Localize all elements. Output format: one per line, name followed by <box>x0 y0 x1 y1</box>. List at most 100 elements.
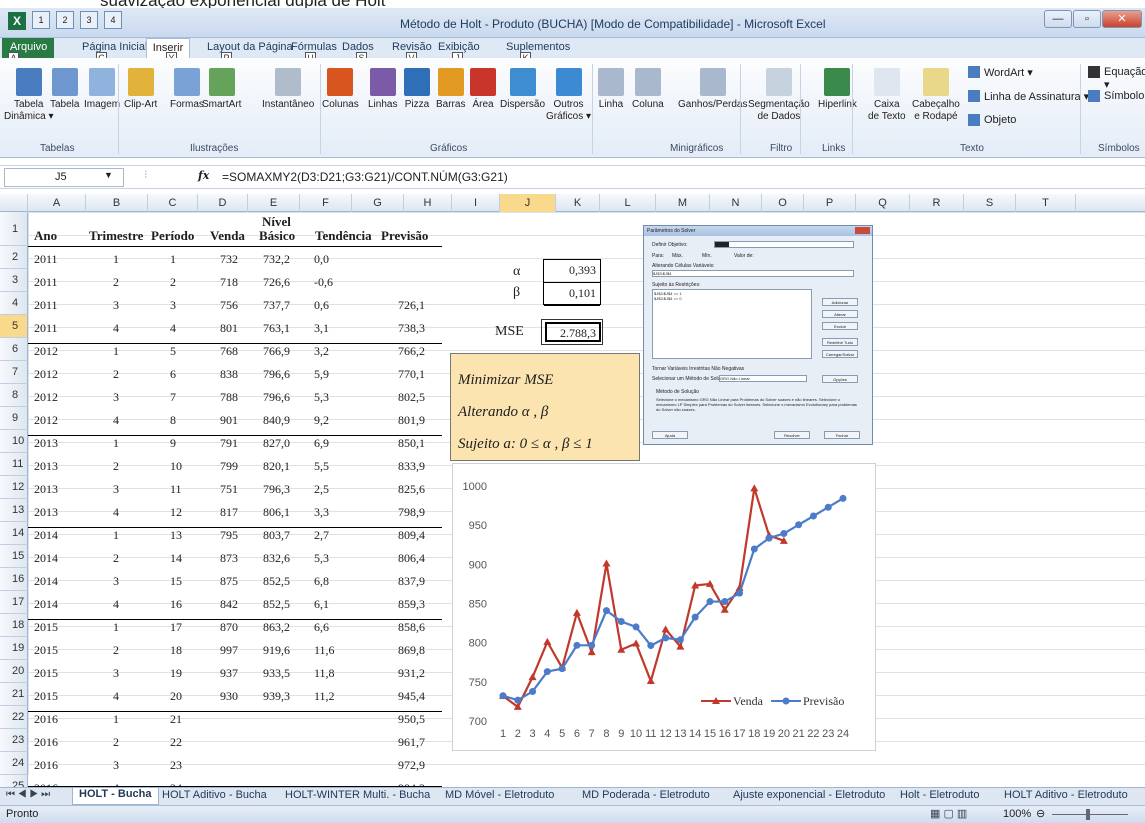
table-cell[interactable]: 796,6 <box>263 390 290 405</box>
insert-function-icon[interactable]: fx <box>198 169 209 182</box>
ribbon-btn-table[interactable]: Tabela <box>50 68 79 111</box>
table-cell[interactable]: 873 <box>220 551 238 566</box>
table-cell[interactable]: 2016 <box>34 758 58 773</box>
table-cell[interactable]: 2013 <box>34 505 58 520</box>
table-cell[interactable]: 2 <box>113 551 119 566</box>
row-header[interactable]: 5 <box>0 315 28 338</box>
table-cell[interactable]: 863,2 <box>263 620 290 635</box>
ribbon-btn-sparkline-line[interactable]: Linha <box>598 68 624 111</box>
table-cell[interactable]: 23 <box>170 758 182 773</box>
table-cell[interactable]: 3 <box>113 390 119 405</box>
table-cell[interactable]: 2 <box>170 275 176 290</box>
table-cell[interactable]: 3,2 <box>314 344 329 359</box>
table-cell[interactable]: 806,1 <box>263 505 290 520</box>
table-cell[interactable]: 1 <box>113 620 119 635</box>
table-cell[interactable]: 842 <box>220 597 238 612</box>
table-cell[interactable]: 796,3 <box>263 482 290 497</box>
table-cell[interactable]: 13 <box>170 528 182 543</box>
table-cell[interactable]: 4 <box>113 505 119 520</box>
table-cell[interactable]: 2011 <box>34 275 58 290</box>
col-header-R[interactable]: R <box>910 194 964 212</box>
row-header[interactable]: 13 <box>0 499 28 522</box>
table-cell[interactable]: 801,9 <box>398 413 425 428</box>
table-cell[interactable]: 933,5 <box>263 666 290 681</box>
ribbon-btn-shapes[interactable]: Formas <box>170 68 204 111</box>
beta-cell[interactable]: 0,101 <box>544 283 600 306</box>
table-cell[interactable]: 2013 <box>34 482 58 497</box>
table-cell[interactable]: 10 <box>170 459 182 474</box>
table-cell[interactable]: 2013 <box>34 436 58 451</box>
table-cell[interactable]: 931,2 <box>398 666 425 681</box>
table-cell[interactable]: 3 <box>113 574 119 589</box>
minimize-icon[interactable]: — <box>1044 10 1072 28</box>
header-tendencia[interactable]: Tendência <box>315 228 372 244</box>
table-cell[interactable]: 2 <box>113 367 119 382</box>
col-header-F[interactable]: F <box>300 194 352 212</box>
table-cell[interactable]: 2011 <box>34 298 58 313</box>
table-cell[interactable]: 950,5 <box>398 712 425 727</box>
qat-save-icon[interactable]: 1 <box>32 11 50 29</box>
table-cell[interactable]: 726,6 <box>263 275 290 290</box>
qat-redo-icon[interactable]: 3 <box>80 11 98 29</box>
table-cell[interactable]: 972,9 <box>398 758 425 773</box>
table-cell[interactable]: 3 <box>113 758 119 773</box>
row-header[interactable]: 11 <box>0 453 28 476</box>
ribbon-btn-column-chart[interactable]: Colunas <box>322 68 359 111</box>
table-cell[interactable]: 0,6 <box>314 298 329 313</box>
table-cell[interactable]: 19 <box>170 666 182 681</box>
equation-button[interactable]: Equação ▾ <box>1104 66 1145 91</box>
object-button[interactable]: Objeto <box>984 114 1016 126</box>
table-cell[interactable]: 799 <box>220 459 238 474</box>
table-cell[interactable]: 2012 <box>34 390 58 405</box>
table-cell[interactable]: 2013 <box>34 459 58 474</box>
col-header-A[interactable]: A <box>28 194 86 212</box>
table-cell[interactable]: 858,6 <box>398 620 425 635</box>
row-header[interactable]: 14 <box>0 522 28 545</box>
row-header[interactable]: 2 <box>0 246 28 269</box>
table-cell[interactable]: 756 <box>220 298 238 313</box>
table-cell[interactable]: 18 <box>170 643 182 658</box>
qat-undo-icon[interactable]: 2 <box>56 11 74 29</box>
header-periodo[interactable]: Período <box>151 228 194 244</box>
header-ano[interactable]: Ano <box>34 228 57 244</box>
table-cell[interactable]: 16 <box>170 597 182 612</box>
ribbon-btn-header-footer[interactable]: Cabeçalho e Rodapé <box>912 68 960 123</box>
table-cell[interactable]: 7 <box>170 390 176 405</box>
col-header-P[interactable]: P <box>804 194 856 212</box>
table-cell[interactable]: 802,5 <box>398 390 425 405</box>
sheet-tab[interactable]: HOLT - Bucha <box>72 788 159 805</box>
zoom-slider-thumb[interactable] <box>1086 809 1090 820</box>
tab-layout-da-página[interactable]: Layout da Página <box>207 41 293 53</box>
table-cell[interactable]: 930 <box>220 689 238 704</box>
table-cell[interactable]: 2016 <box>34 712 58 727</box>
table-cell[interactable]: 852,5 <box>263 574 290 589</box>
maximize-icon[interactable]: ▫ <box>1073 10 1101 28</box>
table-cell[interactable]: 737,7 <box>263 298 290 313</box>
ribbon-btn-bar-chart[interactable]: Barras <box>436 68 465 111</box>
table-cell[interactable]: 2015 <box>34 666 58 681</box>
table-cell[interactable]: 1 <box>113 528 119 543</box>
row-header[interactable]: 15 <box>0 545 28 568</box>
table-cell[interactable]: 1 <box>113 252 119 267</box>
row-header[interactable]: 24 <box>0 752 28 775</box>
header-venda[interactable]: Venda <box>210 228 245 244</box>
ribbon-btn-sparkline-column[interactable]: Coluna <box>632 68 664 111</box>
row-header[interactable]: 8 <box>0 384 28 407</box>
table-cell[interactable]: 1 <box>113 344 119 359</box>
row-header[interactable]: 4 <box>0 292 28 315</box>
table-cell[interactable]: 817 <box>220 505 238 520</box>
table-cell[interactable]: 2014 <box>34 528 58 543</box>
table-cell[interactable]: 6,1 <box>314 597 329 612</box>
zoom-slider[interactable] <box>1052 814 1128 815</box>
table-cell[interactable]: 832,6 <box>263 551 290 566</box>
table-cell[interactable]: 2015 <box>34 620 58 635</box>
view-mode-icon[interactable]: ▦ ▢ ▥ <box>930 807 967 820</box>
table-cell[interactable]: 5,3 <box>314 390 329 405</box>
sheet-tab[interactable]: MD Poderada - Eletroduto <box>582 789 710 801</box>
table-cell[interactable]: 4 <box>113 689 119 704</box>
col-header-I[interactable]: I <box>452 194 500 212</box>
table-cell[interactable]: 3 <box>113 482 119 497</box>
name-box-dropdown-icon[interactable]: ▼ <box>104 170 113 180</box>
table-cell[interactable]: 6,9 <box>314 436 329 451</box>
ribbon-btn-area-chart[interactable]: Área <box>470 68 496 111</box>
